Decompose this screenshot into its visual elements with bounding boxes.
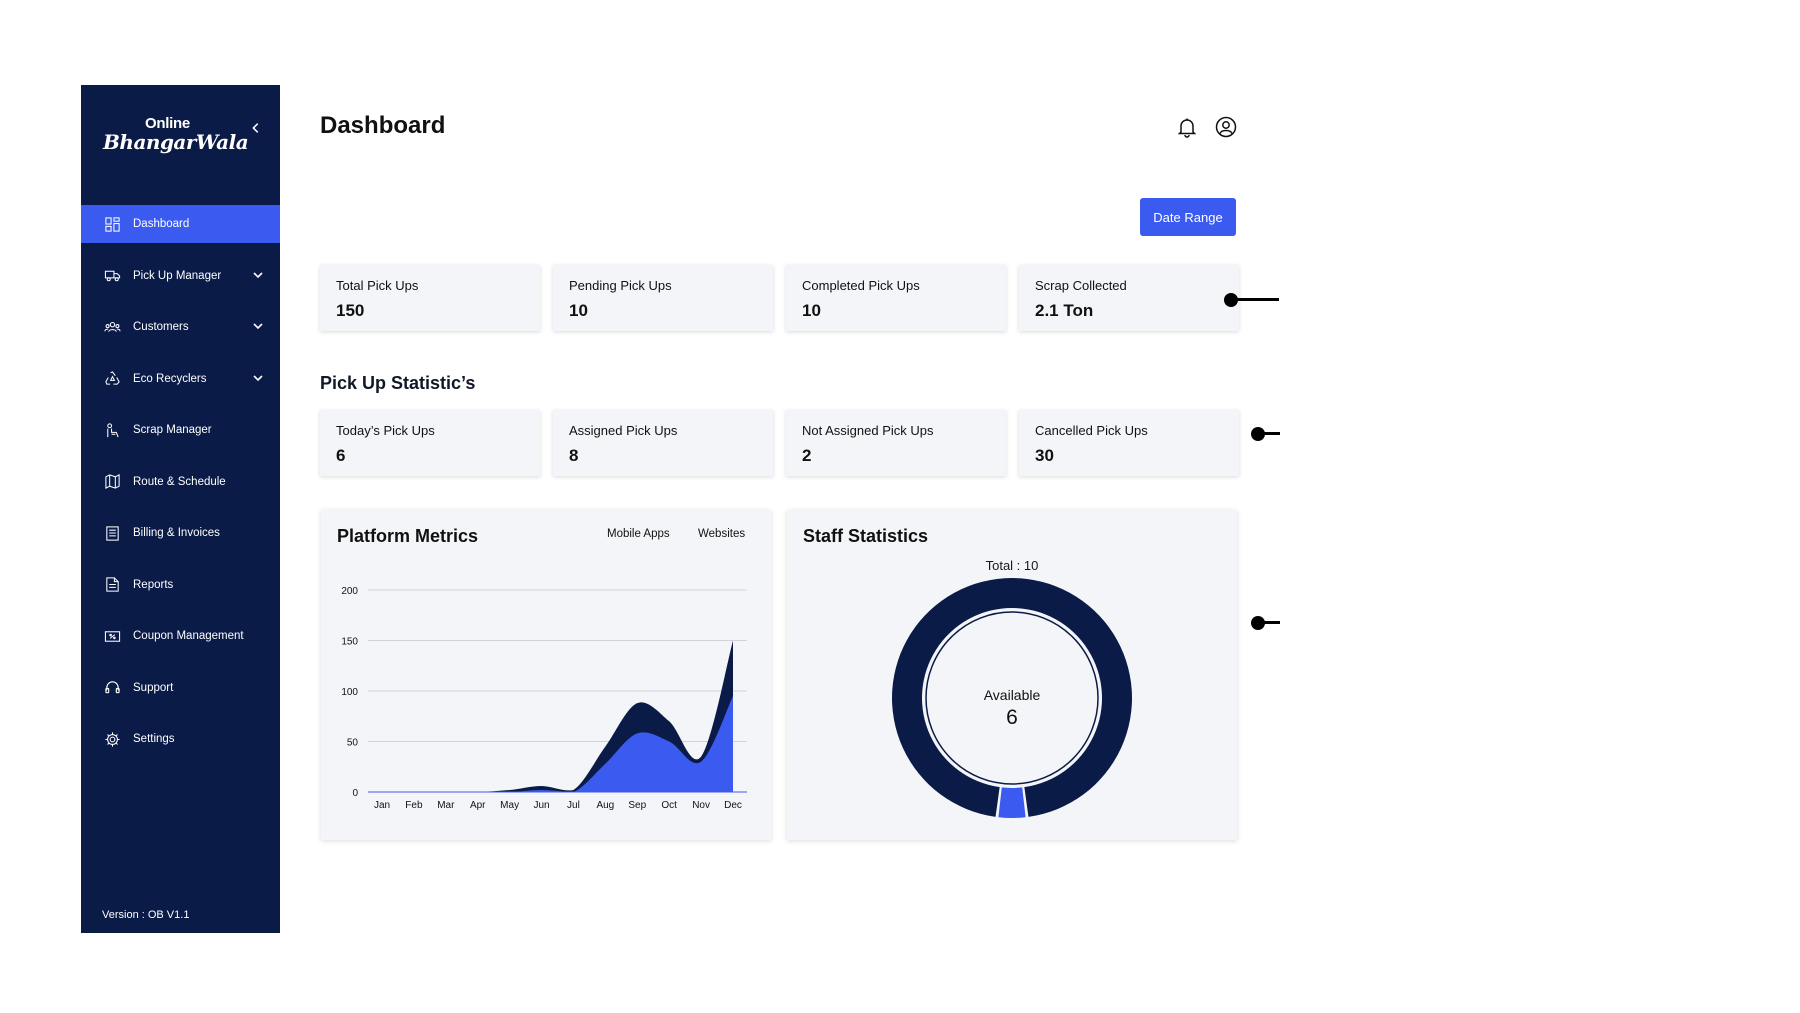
section-title-pickup-stats: Pick Up Statistic’s [320, 373, 476, 393]
card-cancelled-pick-ups[interactable]: Cancelled Pick Ups 30 [1019, 410, 1239, 476]
card-label: Pending Pick Ups [569, 278, 672, 293]
card-label: Completed Pick Ups [802, 278, 920, 293]
sidebar-item-label: Dashboard [133, 218, 190, 230]
version-label: Version : OB V1.1 [102, 909, 190, 921]
sidebar-item-reports[interactable]: Reports [81, 566, 280, 604]
grid-icon [103, 215, 121, 233]
card-not-assigned-pick-ups[interactable]: Not Assigned Pick Ups 2 [786, 410, 1006, 476]
map-icon [103, 473, 121, 491]
x-tick-label: Apr [470, 800, 486, 811]
sidebar-item-label: Route & Schedule [133, 475, 226, 488]
platform-metrics-panel: Platform Metrics Mobile Apps Websites 05… [321, 510, 771, 840]
truck-icon [103, 267, 121, 285]
sidebar-nav: Dashboard Pick Up Manager Customers Eco … [81, 205, 280, 772]
card-value: 10 [802, 301, 821, 320]
x-tick-label: Aug [596, 800, 614, 811]
x-tick-label: Dec [724, 800, 742, 811]
sidebar-item-label: Reports [133, 578, 174, 591]
donut-center-value: 6 [1006, 706, 1018, 729]
x-tick-label: Jul [567, 800, 580, 811]
card-value: 6 [336, 446, 346, 465]
chevron-down-icon[interactable] [252, 269, 264, 281]
sidebar-item-label: Settings [133, 733, 175, 745]
x-tick-label: Sep [628, 800, 646, 811]
bell-icon[interactable] [1176, 116, 1198, 138]
card-completed-pick-ups[interactable]: Completed Pick Ups 10 [786, 265, 1006, 331]
card-todays-pick-ups[interactable]: Today’s Pick Ups 6 [320, 410, 540, 476]
x-tick-label: May [500, 800, 519, 811]
gear-icon [103, 730, 121, 748]
sidebar-item-pick-up-manager[interactable]: Pick Up Manager [81, 257, 280, 295]
platform-metrics-chart: 0 50 100 150 200 Jan Feb Mar Apr May Jun Jul Aug Sep O… [341, 586, 747, 811]
sidebar-item-label: Customers [133, 321, 189, 333]
sidebar-item-coupon-management[interactable]: Coupon Management [81, 617, 280, 655]
card-value: 150 [336, 301, 365, 320]
sidebar-item-route-schedule[interactable]: Route & Schedule [81, 463, 280, 501]
card-label: Scrap Collected [1035, 278, 1127, 293]
card-value: 8 [569, 446, 579, 465]
sidebar-item-label: Eco Recyclers [133, 372, 207, 385]
y-tick-label: 150 [341, 637, 358, 648]
recycle-icon [103, 370, 121, 388]
card-scrap-collected[interactable]: Scrap Collected 2.1 Ton [1019, 265, 1239, 331]
x-tick-label: Mar [437, 800, 455, 811]
card-label: Total Pick Ups [336, 278, 419, 293]
invoice-icon [103, 524, 121, 542]
date-range-button[interactable]: Date Range [1140, 198, 1236, 236]
staff-donut-chart [892, 578, 1132, 818]
staff-statistics-panel: Staff Statistics Total : 10 Available 6 [787, 510, 1237, 840]
sidebar-item-support[interactable]: Support [81, 669, 280, 707]
card-value: 30 [1035, 446, 1054, 465]
sidebar-item-eco-recyclers[interactable]: Eco Recyclers [81, 360, 280, 398]
chevron-down-icon[interactable] [252, 372, 264, 384]
donut-slice-1[interactable] [998, 787, 1026, 818]
users-icon [103, 318, 121, 336]
card-value: 10 [569, 301, 588, 320]
sidebar-item-dashboard[interactable]: Dashboard [81, 205, 280, 243]
card-label: Not Assigned Pick Ups [802, 423, 934, 438]
card-label: Cancelled Pick Ups [1035, 423, 1148, 438]
scrap-icon [103, 421, 121, 439]
x-tick-label: Jan [374, 800, 390, 811]
x-tick-label: Oct [661, 800, 677, 811]
sidebar-item-label: Support [133, 681, 174, 694]
card-pending-pick-ups[interactable]: Pending Pick Ups 10 [553, 265, 773, 331]
sidebar-item-customers[interactable]: Customers [81, 308, 280, 346]
brand-line2: BhangarWala [103, 130, 249, 154]
chevron-down-icon[interactable] [252, 320, 264, 332]
card-value: 2 [802, 446, 812, 465]
connector-line [1262, 621, 1280, 624]
card-label: Assigned Pick Ups [569, 423, 678, 438]
sidebar-item-label: Scrap Manager [133, 424, 212, 436]
donut-center-label: Available [983, 687, 1041, 703]
connector-line [1262, 432, 1280, 435]
user-avatar-icon[interactable] [1215, 116, 1237, 138]
connector-line [1236, 298, 1279, 301]
report-icon [103, 576, 121, 594]
headset-icon [103, 679, 121, 697]
collapse-sidebar-icon[interactable] [247, 121, 265, 139]
x-tick-label: Nov [692, 800, 710, 811]
sidebar-item-label: Coupon Management [133, 630, 244, 642]
card-label: Today’s Pick Ups [336, 423, 435, 438]
y-tick-label: 200 [341, 586, 358, 597]
sidebar-item-scrap-manager[interactable]: Scrap Manager [81, 411, 280, 449]
x-tick-label: Feb [405, 800, 423, 811]
card-value: 2.1 Ton [1035, 301, 1094, 320]
sidebar: Online BhangarWala Dashboard Pick Up Man… [81, 85, 280, 933]
sidebar-item-label: Billing & Invoices [133, 527, 220, 539]
card-assigned-pick-ups[interactable]: Assigned Pick Ups 8 [553, 410, 773, 476]
card-total-pick-ups[interactable]: Total Pick Ups 150 [320, 265, 540, 331]
x-tick-label: Jun [533, 800, 549, 811]
sidebar-item-settings[interactable]: Settings [81, 720, 280, 758]
y-tick-label: 100 [341, 687, 358, 698]
page-title: Dashboard [320, 112, 446, 139]
sidebar-item-label: Pick Up Manager [133, 269, 222, 282]
y-tick-label: 50 [347, 738, 359, 749]
coupon-icon [103, 627, 121, 645]
brand-logo[interactable]: Online BhangarWala [103, 115, 249, 159]
y-tick-label: 0 [352, 788, 358, 799]
sidebar-item-billing-invoices[interactable]: Billing & Invoices [81, 514, 280, 552]
